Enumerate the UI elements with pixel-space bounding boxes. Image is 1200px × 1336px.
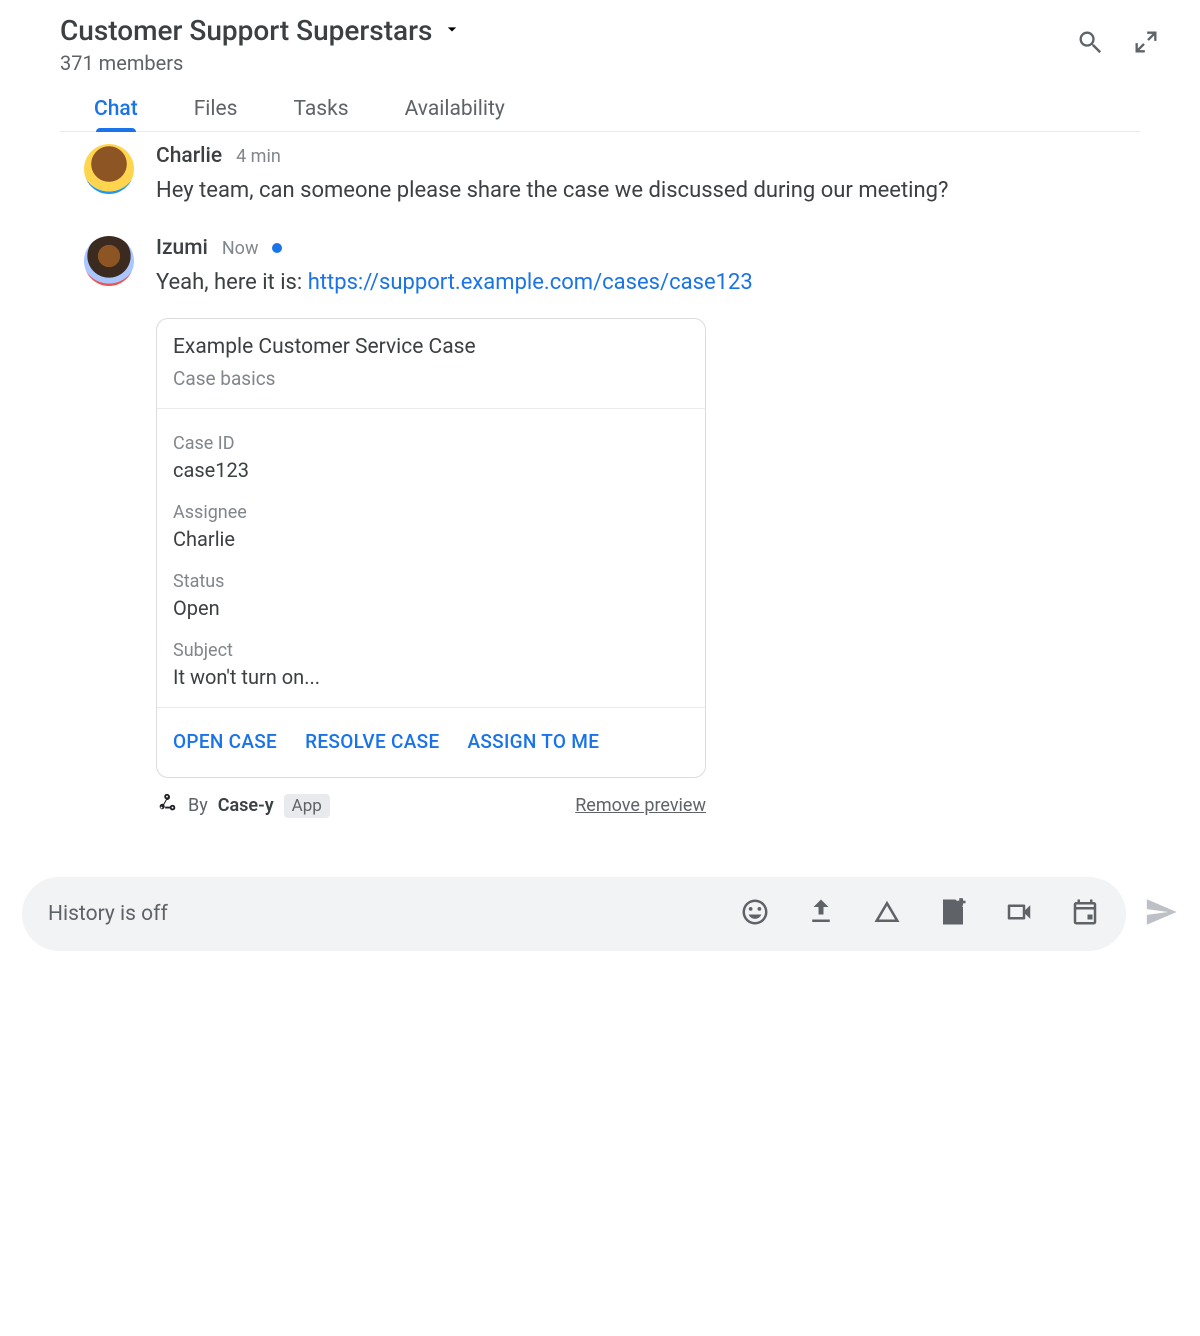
field-value: Open: [173, 596, 689, 620]
tab-label: Chat: [94, 97, 138, 121]
field-label: Subject: [173, 640, 689, 661]
message: Izumi Now Yeah, here it is: https://supp…: [84, 236, 1140, 819]
message-list: Charlie 4 min Hey team, can someone plea…: [0, 132, 1200, 819]
preview-attribution: By Case-y App: [156, 792, 330, 819]
field-value: It won't turn on...: [173, 665, 689, 689]
card-field: Assignee Charlie: [173, 502, 689, 551]
chevron-down-icon[interactable]: [442, 19, 462, 43]
room-title-row[interactable]: Customer Support Superstars: [60, 14, 1140, 47]
emoji-icon[interactable]: [740, 897, 770, 931]
room-title: Customer Support Superstars: [60, 14, 432, 47]
tab-availability[interactable]: Availability: [405, 97, 505, 131]
tab-label: Availability: [405, 97, 505, 121]
collapse-icon[interactable]: [1132, 28, 1160, 60]
message-time: 4 min: [236, 146, 281, 167]
by-text: By: [188, 795, 208, 816]
card-header: Example Customer Service Case Case basic…: [157, 319, 705, 409]
field-label: Status: [173, 571, 689, 592]
card-field: Status Open: [173, 571, 689, 620]
message-body: Charlie 4 min Hey team, can someone plea…: [156, 144, 1140, 208]
assign-to-me-button[interactable]: ASSIGN TO ME: [467, 730, 599, 753]
card-body: Case ID case123 Assignee Charlie Status …: [157, 409, 705, 707]
card-field: Subject It won't turn on...: [173, 640, 689, 689]
app-name: Case-y: [218, 795, 274, 816]
new-doc-icon[interactable]: [938, 897, 968, 931]
message-author: Charlie: [156, 144, 222, 168]
message-header: Charlie 4 min: [156, 144, 1140, 168]
avatar[interactable]: [84, 236, 134, 286]
message-author: Izumi: [156, 236, 208, 260]
tab-tasks[interactable]: Tasks: [294, 97, 349, 131]
member-count: 371 members: [60, 51, 1140, 75]
app-badge: App: [284, 794, 330, 818]
resolve-case-button[interactable]: RESOLVE CASE: [305, 730, 439, 753]
message-time: Now: [222, 238, 259, 259]
tab-label: Tasks: [294, 97, 349, 121]
field-label: Assignee: [173, 502, 689, 523]
composer-icons: [740, 897, 1100, 931]
card-actions: OPEN CASE RESOLVE CASE ASSIGN TO ME: [157, 707, 705, 777]
message-body: Izumi Now Yeah, here it is: https://supp…: [156, 236, 1140, 819]
tab-chat[interactable]: Chat: [94, 97, 138, 131]
message-text: Yeah, here it is: https://support.exampl…: [156, 266, 1140, 300]
field-value: Charlie: [173, 527, 689, 551]
status-dot-icon: [272, 243, 282, 253]
drive-icon[interactable]: [872, 897, 902, 931]
card-title: Example Customer Service Case: [173, 335, 689, 359]
video-icon[interactable]: [1004, 897, 1034, 931]
field-label: Case ID: [173, 433, 689, 454]
upload-icon[interactable]: [806, 897, 836, 931]
calendar-icon[interactable]: [1070, 897, 1100, 931]
field-value: case123: [173, 458, 689, 482]
tab-files[interactable]: Files: [194, 97, 238, 131]
message: Charlie 4 min Hey team, can someone plea…: [84, 144, 1140, 208]
header-actions: [1076, 28, 1160, 60]
webhook-icon: [156, 792, 178, 819]
message-header: Izumi Now: [156, 236, 1140, 260]
composer-placeholder: History is off: [48, 902, 732, 926]
preview-footer: By Case-y App Remove preview: [156, 792, 706, 819]
link-preview-card: Example Customer Service Case Case basic…: [156, 318, 706, 778]
search-icon[interactable]: [1076, 28, 1104, 60]
room-header: Customer Support Superstars 371 members …: [0, 0, 1200, 132]
composer-row: History is off: [0, 847, 1200, 951]
message-text: Hey team, can someone please share the c…: [156, 174, 1140, 208]
card-subtitle: Case basics: [173, 367, 689, 390]
card-field: Case ID case123: [173, 433, 689, 482]
case-link[interactable]: https://support.example.com/cases/case12…: [308, 270, 753, 295]
tabs: Chat Files Tasks Availability: [60, 75, 1140, 132]
remove-preview-button[interactable]: Remove preview: [575, 795, 706, 816]
open-case-button[interactable]: OPEN CASE: [173, 730, 277, 753]
tab-label: Files: [194, 97, 238, 121]
message-text-prefix: Yeah, here it is:: [156, 270, 308, 295]
send-icon[interactable]: [1144, 895, 1178, 933]
message-composer[interactable]: History is off: [22, 877, 1126, 951]
avatar[interactable]: [84, 144, 134, 194]
